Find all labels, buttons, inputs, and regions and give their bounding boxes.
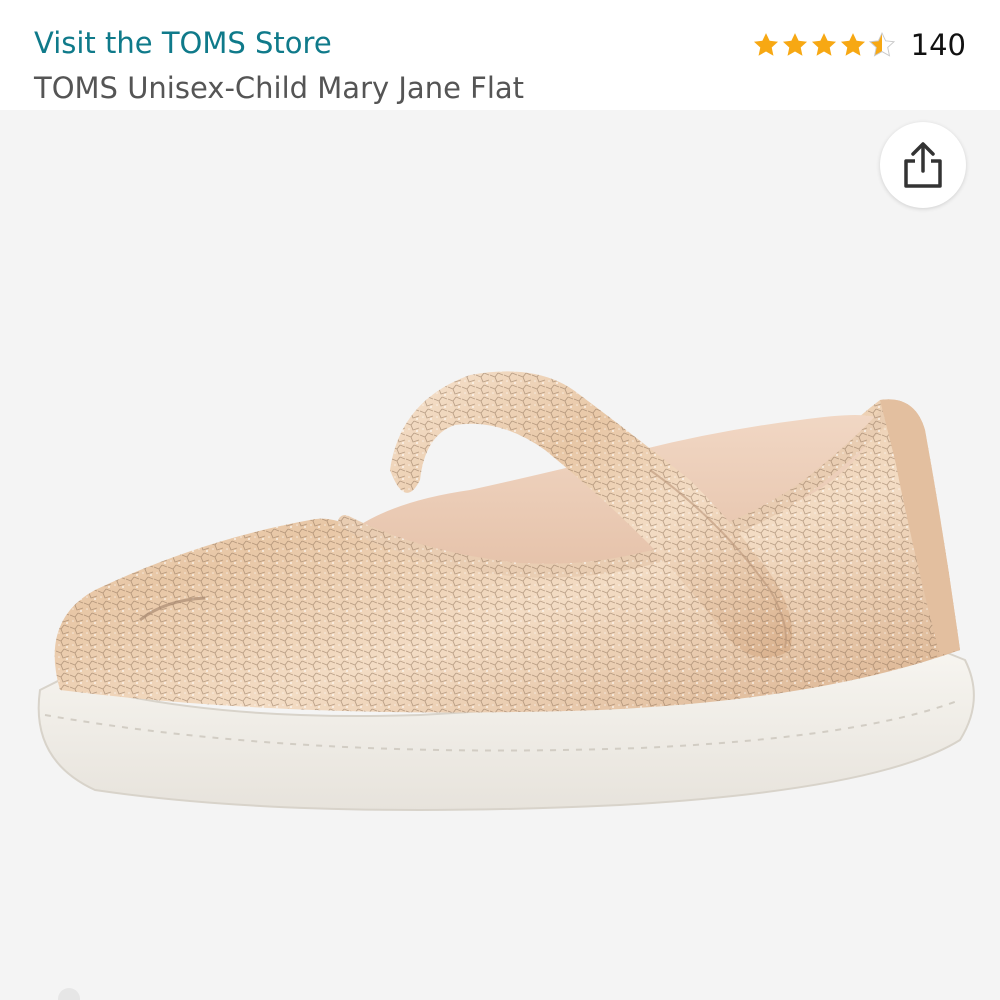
- product-image-gallery[interactable]: [0, 110, 1000, 1000]
- product-title: TOMS Unisex-Child Mary Jane Flat: [34, 71, 525, 105]
- star-icon: [840, 33, 865, 56]
- star-icon: [811, 33, 836, 56]
- rating-summary[interactable]: 140: [752, 25, 966, 65]
- share-button[interactable]: [880, 122, 966, 208]
- product-image: [37, 371, 975, 811]
- star-icon: [753, 33, 778, 56]
- product-page: Visit the TOMS Store TOMS Unisex-Child M…: [0, 0, 1000, 1000]
- star-rating: [752, 31, 897, 59]
- rating-count[interactable]: 140: [911, 28, 966, 62]
- star-icon: [782, 33, 807, 56]
- product-header: Visit the TOMS Store TOMS Unisex-Child M…: [0, 0, 1000, 110]
- share-icon: [904, 142, 942, 188]
- store-link[interactable]: Visit the TOMS Store: [34, 26, 332, 60]
- half-star-icon: [868, 32, 895, 57]
